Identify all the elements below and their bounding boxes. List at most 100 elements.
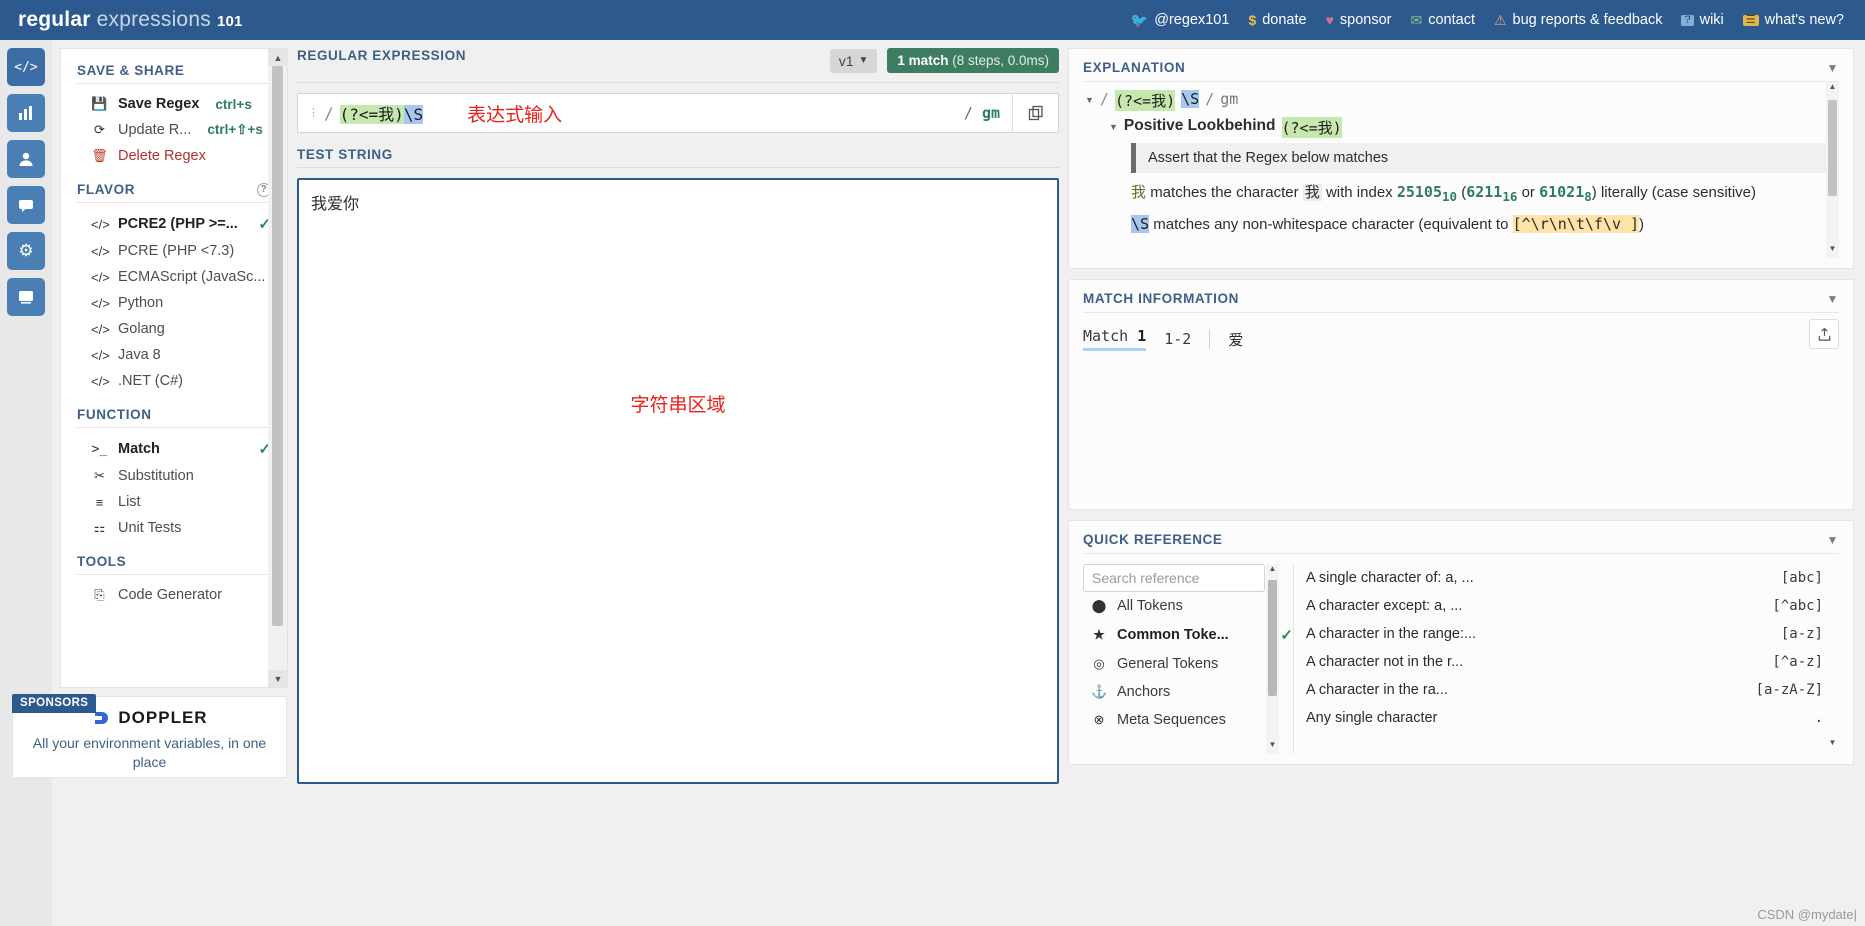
sidebar-panel: SAVE & SHARE 💾 Save Regex ctrl+s ⟳ Updat… <box>60 48 288 688</box>
match-separator <box>1209 329 1211 349</box>
nav-link-bug-reports[interactable]: ⚠ bug reports & feedback <box>1487 9 1670 31</box>
sidebar-item-flavor-java8[interactable]: </> Java 8 <box>77 342 271 368</box>
logo-number: 101 <box>216 13 243 30</box>
regex-header-bar: REGULAR EXPRESSION v1 ▼ 1 match (8 steps… <box>297 48 1059 82</box>
version-selector[interactable]: v1 ▼ <box>829 48 878 73</box>
qr-label-all-tokens: All Tokens <box>1117 598 1183 614</box>
chevron-down-icon[interactable]: ▼ <box>1827 533 1839 547</box>
chevron-down-icon: ▼ <box>858 55 869 66</box>
nav-label-twitter: @regex101 <box>1154 12 1230 28</box>
nav-label-wiki: wiki <box>1699 12 1724 28</box>
export-button[interactable] <box>1809 319 1839 349</box>
sidebar-item-function-list[interactable]: ≡ List <box>77 489 271 515</box>
match-information-card: MATCH INFORMATION ▼ Match 1 1-2 爱 <box>1068 279 1854 510</box>
sidebar-item-function-match[interactable]: >_ Match ✓ <box>77 435 271 463</box>
divider-save-share <box>77 83 271 84</box>
nav-link-twitter[interactable]: 🐦 @regex101 <box>1124 9 1237 31</box>
scroll-up-icon[interactable]: ▲ <box>1826 82 1839 96</box>
explanation-scrollbar[interactable]: ▲ ▼ <box>1826 82 1839 258</box>
sidebar-section-tools: TOOLS <box>77 554 271 569</box>
match-row: Match 1 1-2 爱 <box>1083 327 1839 351</box>
logo-word-expressions: expressions <box>96 8 211 31</box>
explanation-header: EXPLANATION ▼ <box>1083 60 1839 75</box>
nav-link-sponsor[interactable]: ♥ sponsor <box>1319 9 1399 31</box>
sidebar-scrollbar[interactable]: ▲ ▼ <box>268 48 288 688</box>
chevron-down-icon[interactable]: ▼ <box>1827 61 1839 75</box>
code-file-icon: ⎘ <box>94 587 105 602</box>
match-information-header: MATCH INFORMATION ▼ <box>1083 291 1839 306</box>
sidebar-section-function: FUNCTION <box>77 407 271 422</box>
qr-category-meta-sequences[interactable]: ⊗ Meta Sequences <box>1083 706 1293 734</box>
qr-category-anchors[interactable]: ⚓ Anchors <box>1083 678 1293 706</box>
triangle-down-icon[interactable]: ▼ <box>1109 117 1118 132</box>
search-reference-input[interactable] <box>1083 564 1265 592</box>
function-label-substitution: Substitution <box>118 468 194 484</box>
quick-reference-scroll-thumb[interactable] <box>1268 580 1277 696</box>
scroll-up-icon[interactable]: ▲ <box>268 49 288 66</box>
nav-link-wiki[interactable]: ? wiki <box>1674 9 1730 31</box>
site-logo[interactable]: regular expressions 101 <box>18 8 243 32</box>
explanation-lookbehind-row[interactable]: ▼ Positive Lookbehind (?<=我) <box>1083 117 1839 138</box>
ink-icon: ⬤ <box>1091 598 1107 613</box>
explanation-root-row[interactable]: ▼ / (?<=我) \S / gm <box>1083 90 1839 111</box>
gear-icon: ⚙ <box>18 241 34 260</box>
sidebar-item-flavor-pcre2[interactable]: </> PCRE2 (PHP >=... ✓ <box>77 210 271 238</box>
rail-button-chat[interactable] <box>7 186 45 224</box>
news-icon: ☰ <box>1742 14 1759 26</box>
sidebar-item-save-regex[interactable]: 💾 Save Regex ctrl+s <box>77 91 271 117</box>
nav-link-whats-new[interactable]: ☰ what's new? <box>1736 9 1851 31</box>
scroll-down-icon[interactable]: ▼ <box>1826 244 1839 258</box>
rail-button-stats[interactable] <box>7 94 45 132</box>
nav-link-contact[interactable]: ✉ contact <box>1404 9 1482 31</box>
test-string-editor[interactable]: 我爱你 字符串区域 <box>297 178 1059 784</box>
scroll-down-icon[interactable]: ▼ <box>1826 738 1839 752</box>
scroll-down-icon[interactable]: ▼ <box>1266 740 1279 754</box>
sidebar-item-flavor-pcre[interactable]: </> PCRE (PHP <7.3) <box>77 238 271 264</box>
function-label-list: List <box>118 494 141 510</box>
scroll-down-icon[interactable]: ▼ <box>268 670 288 687</box>
drag-handle-icon[interactable]: ⋮ <box>308 108 324 119</box>
rail-button-community[interactable] <box>7 278 45 316</box>
qr-entry-row[interactable]: Any single character . <box>1306 704 1839 732</box>
qr-category-general-tokens[interactable]: ◎ General Tokens <box>1083 650 1293 678</box>
sidebar-item-flavor-dotnet[interactable]: </> .NET (C#) <box>77 368 271 394</box>
sidebar-item-flavor-python[interactable]: </> Python <box>77 290 271 316</box>
nav-link-donate[interactable]: $ donate <box>1241 9 1313 31</box>
rail-button-code[interactable]: </> <box>7 48 45 86</box>
rail-button-account[interactable] <box>7 140 45 178</box>
sidebar-scroll-thumb[interactable] <box>272 66 283 626</box>
regex-pattern[interactable]: (?<=我)\S <box>334 101 424 125</box>
quick-reference-scrollbar[interactable]: ▲ ▼ <box>1266 564 1279 754</box>
section-title-flavor: FLAVOR <box>77 182 136 197</box>
qr-entry-row[interactable]: A character in the range:... [a-z] <box>1306 620 1839 648</box>
qr-entry-row[interactable]: A character not in the r... [^a-z] <box>1306 648 1839 676</box>
qr-category-all-tokens[interactable]: ⬤ All Tokens <box>1083 592 1293 620</box>
chevron-down-icon[interactable]: ▼ <box>1827 292 1839 306</box>
sidebar-item-code-generator[interactable]: ⎘ Code Generator <box>77 582 271 608</box>
regex-flags[interactable]: / gm <box>964 104 1012 122</box>
sidebar-item-flavor-ecmascript[interactable]: </> ECMAScript (JavaSc... <box>77 264 271 290</box>
sidebar-item-function-unit-tests[interactable]: ⚏ Unit Tests <box>77 515 271 541</box>
sidebar-item-function-substitution[interactable]: ✂ Substitution <box>77 463 271 489</box>
qr-category-common-tokens[interactable]: ★ Common Toke... ✓ <box>1083 620 1293 650</box>
regex-input-row[interactable]: ⋮ / (?<=我)\S 表达式输入 / gm <box>297 93 1059 133</box>
sidebar-item-delete-regex[interactable]: 🗑 Delete Regex <box>77 143 271 169</box>
explanation-char-literal: 我 <box>1302 184 1322 201</box>
explanation-scroll-thumb[interactable] <box>1828 100 1837 196</box>
quick-reference-body: ⬤ All Tokens ★ Common Toke... ✓ ◎ Genera… <box>1083 554 1839 754</box>
top-nav-links: 🐦 @regex101 $ donate ♥ sponsor ✉ contact… <box>1124 9 1851 31</box>
triangle-down-icon[interactable]: ▼ <box>1085 90 1094 105</box>
sidebar-item-update-regex[interactable]: ⟳ Update R... ctrl+⇧+s <box>77 117 271 143</box>
scissors-icon: ✂ <box>94 468 105 483</box>
quick-reference-divider-vertical <box>1293 564 1294 754</box>
match-tab[interactable]: Match 1 <box>1083 327 1147 351</box>
copy-button[interactable] <box>1012 93 1058 133</box>
sidebar-item-flavor-golang[interactable]: </> Golang <box>77 316 271 342</box>
scroll-up-icon[interactable]: ▲ <box>1266 564 1279 578</box>
qr-entry-row[interactable]: A character in the ra... [a-zA-Z] <box>1306 676 1839 704</box>
qr-entry-row[interactable]: A single character of: a, ... [abc] <box>1306 564 1839 592</box>
qr-entry-row[interactable]: A character except: a, ... [^abc] <box>1306 592 1839 620</box>
qr-entry-desc: Any single character <box>1306 710 1438 726</box>
rail-button-settings[interactable]: ⚙ <box>7 232 45 270</box>
qr-entry-token: [^abc] <box>1772 598 1823 614</box>
